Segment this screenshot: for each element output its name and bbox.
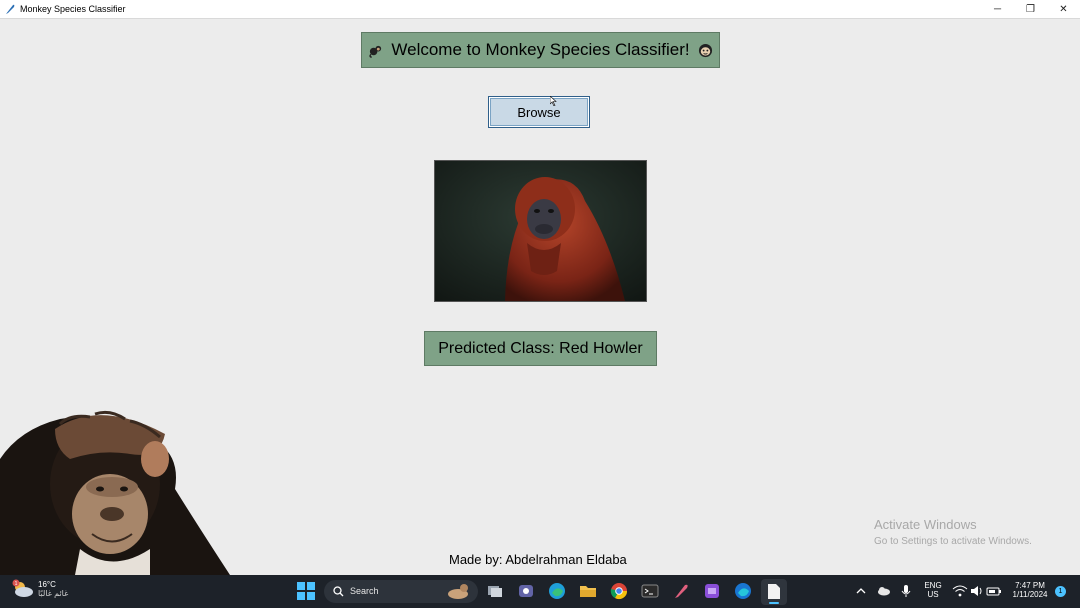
weather-condition: غائم غالبًا — [38, 589, 69, 598]
chevron-up-icon[interactable] — [852, 582, 870, 600]
region-code: US — [927, 590, 939, 599]
activate-windows-title: Activate Windows — [874, 517, 977, 532]
taskbar: 1 16°C غائم غالبًا Search ENG US 7:47 PM… — [0, 575, 1080, 608]
window-titlebar: Monkey Species Classifier ─ ❐ ✕ — [0, 0, 1080, 19]
battery-icon[interactable] — [985, 582, 1003, 600]
main-area: Welcome to Monkey Species Classifier! Br… — [0, 19, 1080, 575]
browse-button[interactable]: Browse — [488, 96, 590, 128]
edge-icon[interactable] — [548, 582, 566, 600]
terminal-icon[interactable] — [641, 582, 659, 600]
prediction-label: Predicted Class: Red Howler — [424, 331, 657, 366]
weather-alert-count: 1 — [15, 581, 18, 587]
weather-temp: 16°C — [38, 580, 56, 589]
wifi-icon[interactable] — [951, 582, 969, 600]
credit-text: Made by: Abdelrahman Eldaba — [449, 552, 627, 567]
monkey-face-icon — [698, 43, 712, 57]
clock[interactable]: 7:47 PM 1/11/2024 — [1006, 581, 1054, 599]
task-view-icon[interactable] — [486, 582, 504, 600]
clock-time: 7:47 PM — [1015, 581, 1045, 590]
microphone-icon[interactable] — [897, 582, 915, 600]
search-icon — [333, 586, 344, 597]
welcome-banner: Welcome to Monkey Species Classifier! — [361, 32, 720, 68]
restore-button[interactable]: ❐ — [1014, 0, 1047, 18]
edge-dev-icon[interactable] — [734, 582, 752, 600]
document-icon — [768, 584, 780, 599]
mouse-cursor-icon — [550, 96, 557, 106]
activate-windows-subtitle: Go to Settings to activate Windows. — [874, 536, 1032, 547]
cloud-sun-icon: 1 — [12, 579, 33, 597]
feather-app-taskbar-icon[interactable] — [672, 582, 690, 600]
language-code: ENG — [924, 581, 942, 590]
weather-widget[interactable]: 1 16°C غائم غالبًا — [12, 579, 68, 599]
feather-app-icon — [6, 4, 15, 14]
language-indicator[interactable]: ENG US — [920, 581, 946, 599]
volume-icon[interactable] — [968, 582, 986, 600]
file-explorer-icon[interactable] — [579, 582, 597, 600]
notification-badge[interactable]: 1 — [1055, 586, 1066, 597]
search-placeholder: Search — [350, 586, 379, 596]
chimpanzee-image — [0, 410, 230, 575]
monkey-emoji-icon — [369, 45, 382, 58]
teams-icon[interactable] — [517, 582, 535, 600]
welcome-text: Welcome to Monkey Species Classifier! — [391, 40, 690, 59]
search-box[interactable]: Search — [324, 580, 478, 603]
window-title: Monkey Species Classifier — [20, 4, 126, 14]
uploaded-monkey-image — [434, 160, 647, 302]
chrome-icon[interactable] — [610, 582, 628, 600]
onedrive-icon[interactable] — [875, 582, 893, 600]
active-app-highlight[interactable] — [761, 579, 787, 605]
minimize-button[interactable]: ─ — [981, 0, 1014, 18]
windows-start-icon[interactable] — [297, 582, 315, 600]
search-highlight-icon — [448, 584, 468, 599]
clock-date: 1/11/2024 — [1012, 590, 1048, 599]
clipchamp-icon[interactable] — [703, 582, 721, 600]
close-button[interactable]: ✕ — [1047, 0, 1080, 18]
